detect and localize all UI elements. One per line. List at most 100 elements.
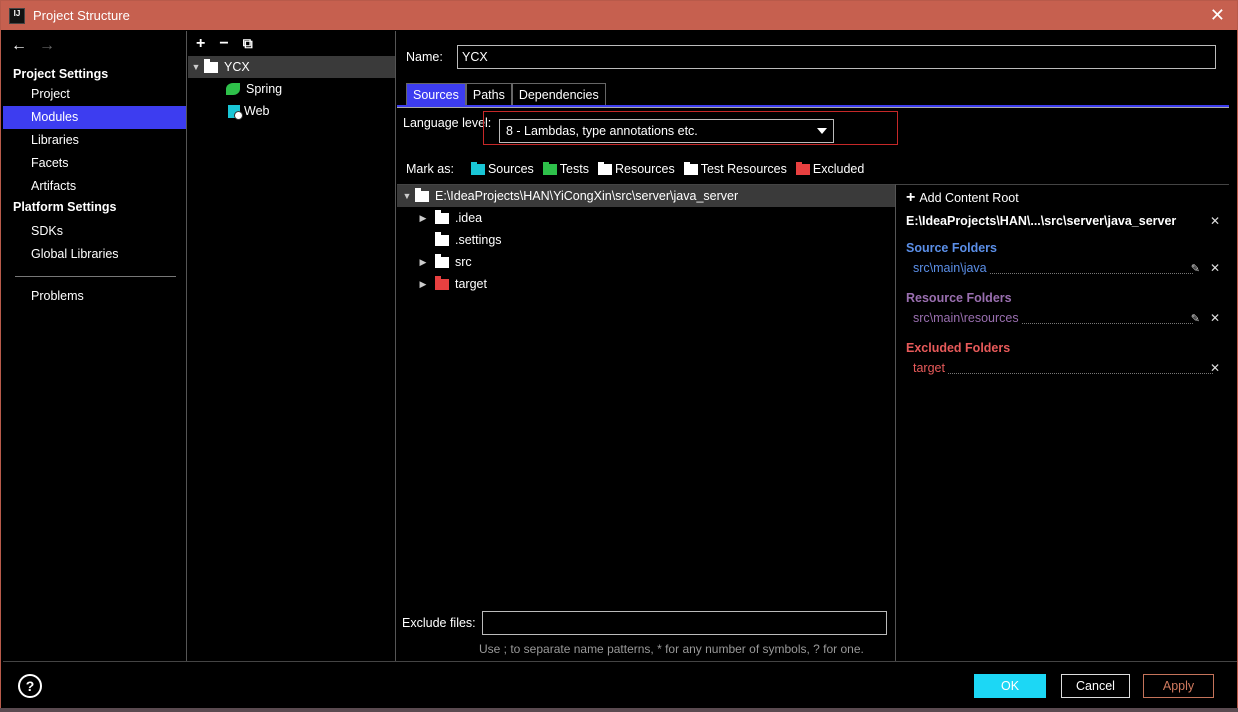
nav-item-project[interactable]: Project (3, 83, 186, 106)
test-resources-folder-icon (683, 161, 698, 175)
desktop-background-strip (0, 708, 1238, 712)
module-folder-icon (204, 58, 218, 73)
module-row-ycx[interactable]: ▼ YCX (188, 56, 395, 78)
module-toolbar: + − ⧉ (188, 31, 395, 56)
expand-triangle-icon[interactable]: ▶ (415, 257, 431, 268)
mark-as-resources-button[interactable]: Resources (597, 161, 675, 176)
nav-item-modules[interactable]: Modules (3, 106, 186, 129)
ok-button[interactable]: OK (974, 674, 1046, 698)
remove-close-icon[interactable]: ✕ (1210, 311, 1220, 325)
source-folders-heading: Source Folders (906, 241, 997, 255)
exclude-files-label: Exclude files: (402, 616, 476, 630)
source-folder-entry: src\main\java ✎ ✕ (896, 258, 1229, 278)
source-folder-path: src\main\java (913, 261, 989, 275)
facet-name: Spring (246, 82, 283, 96)
excluded-folder-icon (435, 275, 449, 290)
sources-folder-icon (470, 161, 485, 175)
spring-leaf-icon (226, 83, 240, 95)
mark-as-test-resources-button[interactable]: Test Resources (683, 161, 787, 176)
add-content-root-label: Add Content Root (919, 190, 1019, 205)
settings-nav: ← → Project Settings Project Modules Lib… (3, 31, 187, 661)
nav-heading-platform-settings: Platform Settings (13, 200, 117, 214)
plus-icon: + (906, 188, 916, 206)
help-icon[interactable]: ? (18, 674, 42, 698)
mark-as-test-resources-label: Test Resources (700, 162, 787, 176)
tab-sources[interactable]: Sources (406, 83, 466, 105)
remove-close-icon[interactable]: ✕ (1210, 261, 1220, 275)
add-module-icon[interactable]: + (196, 35, 205, 53)
exclude-files-hint: Use ; to separate name patterns, * for a… (479, 642, 864, 656)
language-level-row: Language level: (403, 116, 491, 130)
mark-as-excluded-button[interactable]: Excluded (795, 161, 864, 176)
nav-item-facets[interactable]: Facets (3, 152, 186, 175)
web-facet-icon (228, 104, 243, 120)
tree-row-settings[interactable]: .settings (397, 229, 895, 251)
nav-heading-project-settings: Project Settings (13, 67, 109, 81)
project-structure-dialog: IJ Project Structure ✕ ← → Project Setti… (0, 0, 1238, 710)
expand-triangle-icon[interactable]: ▶ (415, 279, 431, 290)
module-settings-panel: Name: Sources Paths Dependencies Languag… (397, 31, 1229, 661)
add-content-root-button[interactable]: + Add Content Root (896, 185, 1229, 210)
nav-item-artifacts[interactable]: Artifacts (3, 175, 186, 198)
back-arrow-icon[interactable]: ← (11, 37, 27, 55)
remove-root-close-icon[interactable]: ✕ (1210, 214, 1220, 228)
remove-module-icon[interactable]: − (219, 35, 228, 53)
mark-as-bar: Mark as: Sources Tests Resources Test Re… (406, 161, 873, 176)
apply-button[interactable]: Apply (1143, 674, 1214, 698)
name-row: Name: (406, 45, 1216, 69)
facet-row-web[interactable]: Web (188, 100, 395, 122)
content-root-tree: ▼ E:\IdeaProjects\HAN\YiCongXin\src\serv… (397, 184, 895, 606)
language-level-select[interactable]: 8 - Lambdas, type annotations etc. (499, 119, 834, 143)
tree-row-target[interactable]: ▶ target (397, 273, 895, 295)
mark-as-tests-label: Tests (559, 162, 589, 176)
mark-as-tests-button[interactable]: Tests (542, 161, 589, 176)
tree-row-root[interactable]: ▼ E:\IdeaProjects\HAN\YiCongXin\src\serv… (397, 185, 895, 207)
intellij-app-icon: IJ (9, 7, 25, 24)
tree-item-label: target (455, 277, 487, 291)
window-title: Project Structure (33, 8, 130, 23)
edit-pencil-icon[interactable]: ✎ (1191, 262, 1200, 275)
nav-item-problems[interactable]: Problems (3, 285, 186, 308)
excluded-folder-icon (795, 161, 810, 175)
nav-item-global-libraries[interactable]: Global Libraries (3, 243, 186, 266)
cancel-button[interactable]: Cancel (1061, 674, 1130, 698)
forward-arrow-icon[interactable]: → (39, 37, 55, 55)
tree-root-path: E:\IdeaProjects\HAN\YiCongXin\src\server… (435, 189, 739, 203)
content-root-path: E:\IdeaProjects\HAN\...\src\server\java_… (896, 210, 1229, 232)
resource-folders-heading: Resource Folders (906, 291, 1012, 305)
close-icon[interactable]: ✕ (1210, 5, 1225, 26)
resource-folder-path: src\main\resources (913, 311, 1021, 325)
mark-as-sources-label: Sources (487, 162, 534, 176)
content-root-path-text: E:\IdeaProjects\HAN\...\src\server\java_… (906, 214, 1177, 228)
module-tabs: Sources Paths Dependencies (406, 83, 606, 105)
copy-module-icon[interactable]: ⧉ (243, 35, 253, 52)
language-level-label: Language level: (403, 116, 492, 130)
dialog-button-bar: ? OK Cancel Apply (3, 661, 1237, 709)
tree-item-label: src (455, 255, 472, 269)
tree-row-src[interactable]: ▶ src (397, 251, 895, 273)
remove-close-icon[interactable]: ✕ (1210, 361, 1220, 375)
exclude-files-input[interactable] (481, 611, 887, 635)
facet-row-spring[interactable]: Spring (188, 78, 395, 100)
name-label: Name: (406, 50, 443, 64)
tab-dependencies[interactable]: Dependencies (511, 83, 606, 105)
tree-row-idea[interactable]: ▶ .idea (397, 207, 895, 229)
folder-icon (435, 231, 449, 246)
tree-item-label: .settings (455, 233, 502, 247)
language-level-value: 8 - Lambdas, type annotations etc. (506, 124, 698, 138)
mark-as-sources-button[interactable]: Sources (470, 161, 534, 176)
content-roots-panel: + Add Content Root E:\IdeaProjects\HAN\.… (895, 184, 1229, 661)
tab-paths[interactable]: Paths (465, 83, 512, 105)
expand-triangle-icon[interactable]: ▶ (415, 213, 431, 224)
expand-triangle-icon[interactable]: ▼ (188, 62, 204, 72)
nav-item-libraries[interactable]: Libraries (3, 129, 186, 152)
edit-pencil-icon[interactable]: ✎ (1191, 312, 1200, 325)
module-name-input[interactable] (457, 45, 1216, 69)
collapse-triangle-icon[interactable]: ▼ (399, 191, 415, 201)
dotted-leader (913, 373, 1213, 374)
mark-as-label: Mark as: (406, 162, 454, 176)
resource-folder-entry: src\main\resources ✎ ✕ (896, 308, 1229, 328)
folder-icon (435, 253, 449, 268)
nav-item-sdks[interactable]: SDKs (3, 220, 186, 243)
tree-item-label: .idea (455, 211, 483, 225)
